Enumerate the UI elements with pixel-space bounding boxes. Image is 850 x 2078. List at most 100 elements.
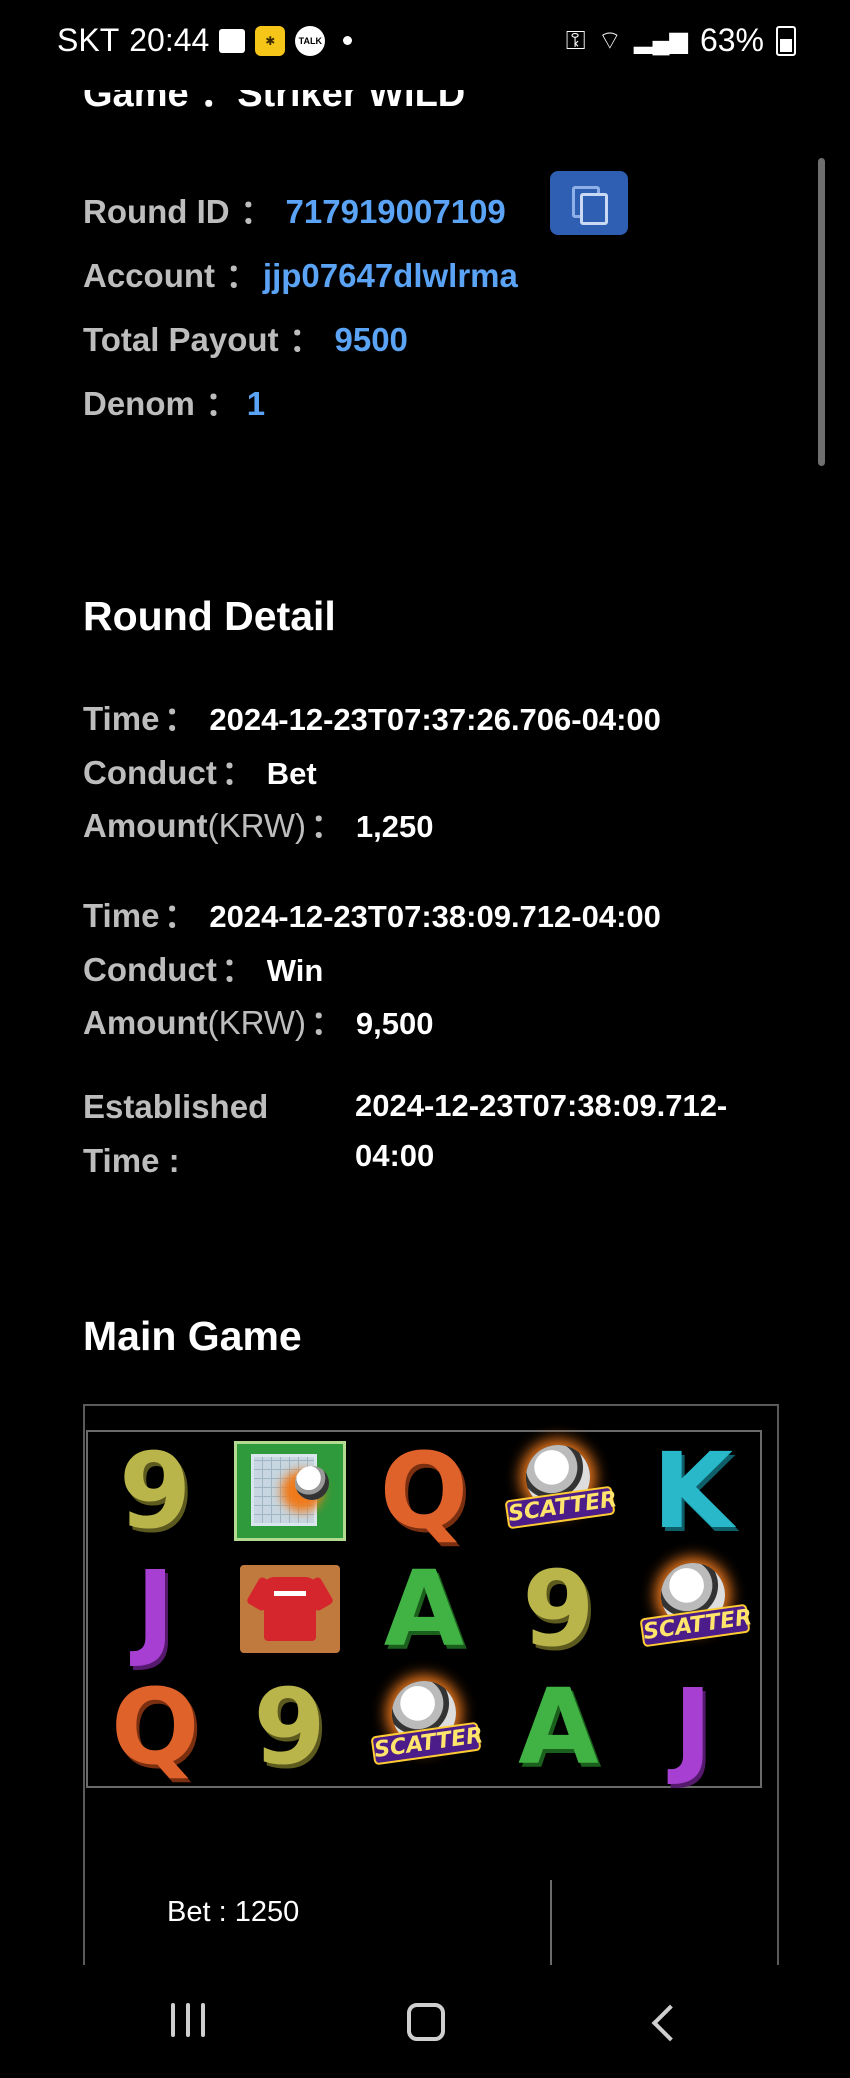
- symbol-a: A: [518, 1666, 599, 1788]
- main-game-title: Main Game: [83, 1313, 302, 1359]
- time-label: Time: [83, 700, 160, 737]
- symbol-a: A: [383, 1548, 465, 1670]
- entry-2-conduct-row: Conduct ： Win: [83, 943, 323, 991]
- established-label-2: Time :: [83, 1142, 180, 1179]
- bet-label: Bet : 1250: [167, 1896, 300, 1928]
- time-colon: ：: [163, 897, 197, 934]
- talk-icon: TALK: [295, 25, 326, 56]
- time-colon: ：: [163, 700, 197, 737]
- reel-cell: J: [626, 1668, 760, 1786]
- established-label-1: Established: [83, 1088, 269, 1125]
- reel-cell: J: [88, 1550, 222, 1668]
- symbol-q: Q: [110, 1666, 200, 1788]
- clock: 20:44: [129, 22, 210, 58]
- total-payout-value: 9500: [334, 321, 408, 358]
- amount-colon: ：: [310, 1004, 344, 1041]
- entry-1-time-row: Time ： 2024-12-23T07:37:26.706-04:00: [83, 692, 661, 740]
- account-row: Account ： jjp07647dlwlrma: [83, 249, 518, 297]
- page-content: Game ：Striker WILD Round ID ： 7179190071…: [0, 0, 850, 1965]
- status-bar: SKT 20:44 ✱ TALK ⚿ ⌔ ▂▄▆ 63%: [0, 0, 850, 90]
- symbol-9: 9: [253, 1666, 326, 1788]
- denom-value: 1: [246, 385, 266, 422]
- time-label: Time: [83, 897, 160, 934]
- reel-cell: 9: [491, 1550, 625, 1668]
- scatter-symbol: SCATTER: [370, 1677, 485, 1777]
- account-colon: ：: [225, 257, 259, 294]
- amount-colon: ：: [310, 807, 344, 844]
- conduct-label: Conduct: [83, 951, 217, 988]
- symbol-q: Q: [379, 1430, 469, 1552]
- total-payout-row: Total Payout ： 9500: [83, 313, 408, 361]
- amount-unit: (KRW): [207, 807, 307, 844]
- scatter-symbol: SCATTER: [639, 1559, 753, 1659]
- reel-cell: 9: [88, 1432, 222, 1550]
- goal-symbol: [233, 1441, 346, 1541]
- round-detail-title: Round Detail: [83, 593, 336, 639]
- reel-cell: A: [357, 1550, 491, 1668]
- entry-1-conduct-row: Conduct ： Bet: [83, 746, 317, 794]
- entry-1-amount: 1,250: [355, 809, 434, 844]
- back-icon[interactable]: [612, 1965, 722, 2078]
- total-payout-colon: ：: [289, 321, 323, 358]
- total-payout-label: Total Payout: [83, 321, 279, 358]
- conduct-colon: ：: [221, 951, 255, 988]
- copy-button[interactable]: [550, 171, 628, 235]
- symbol-j: J: [135, 1548, 175, 1670]
- reel-grid: 9 Q SCATTER K J A 9 SCATTER Q 9 SCATTER A J: [86, 1430, 762, 1788]
- reel-cell: 9: [222, 1668, 356, 1786]
- symbol-9: 9: [119, 1430, 192, 1552]
- account-label: Account: [83, 257, 215, 294]
- denom-label: Denom: [83, 385, 195, 422]
- amount-label: Amount: [83, 1004, 208, 1041]
- symbol-9: 9: [522, 1548, 595, 1670]
- symbol-k: K: [652, 1430, 734, 1552]
- reel-cell: [222, 1550, 356, 1668]
- denom-row: Denom ： 1: [83, 377, 265, 425]
- entry-1-amount-row: Amount(KRW) ： 1,250: [83, 799, 434, 847]
- entry-2-conduct: Win: [266, 953, 324, 988]
- vpn-key-icon: ⚿: [565, 24, 586, 55]
- reel-cell: Q: [88, 1668, 222, 1786]
- recent-apps-icon[interactable]: [133, 1965, 243, 2078]
- entry-2-amount-row: Amount(KRW) ： 9,500: [83, 996, 434, 1044]
- reel-cell: SCATTER: [357, 1668, 491, 1786]
- home-icon[interactable]: [370, 1965, 480, 2078]
- reel-cell: Q: [357, 1432, 491, 1550]
- reel-cell: SCATTER: [626, 1550, 760, 1668]
- wifi-icon: ⌔: [597, 25, 623, 55]
- entry-1-time: 2024-12-23T07:37:26.706-04:00: [209, 702, 661, 737]
- denom-colon: ：: [205, 385, 239, 422]
- amount-label: Amount: [83, 807, 208, 844]
- conduct-label: Conduct: [83, 754, 217, 791]
- entry-2-amount: 9,500: [355, 1006, 434, 1041]
- panel-divider: [550, 1880, 552, 1965]
- established-value-1: 2024-12-23T07:38:09.712-: [355, 1088, 728, 1123]
- gallery-icon: [219, 28, 246, 53]
- battery-percent: 63%: [699, 22, 764, 58]
- entry-2-time-row: Time ： 2024-12-23T07:38:09.712-04:00: [83, 889, 661, 937]
- reel-cell: [222, 1432, 356, 1550]
- scrollbar[interactable]: [818, 158, 825, 466]
- carrier-label: SKT: [57, 22, 120, 58]
- round-id-label: Round ID: [83, 193, 230, 230]
- amount-unit: (KRW): [207, 1004, 307, 1041]
- scatter-symbol: SCATTER: [504, 1441, 619, 1541]
- conduct-colon: ：: [221, 754, 255, 791]
- signal-icon: ▂▄▆: [634, 27, 688, 54]
- reel-cell: A: [491, 1668, 625, 1786]
- jersey-symbol: [239, 1565, 340, 1653]
- entry-1-conduct: Bet: [266, 756, 317, 791]
- navigation-bar: [0, 1965, 850, 2078]
- notification-dot: [343, 36, 353, 45]
- account-value: jjp07647dlwlrma: [262, 257, 518, 294]
- kakao-icon: ✱: [255, 25, 286, 56]
- round-id-row: Round ID ： 717919007109: [83, 185, 506, 233]
- reel-cell: SCATTER: [491, 1432, 625, 1550]
- reel-cell: K: [626, 1432, 760, 1550]
- entry-2-time: 2024-12-23T07:38:09.712-04:00: [209, 899, 661, 934]
- established-value-2: 04:00: [355, 1138, 435, 1173]
- round-id-colon: ：: [240, 193, 274, 230]
- symbol-j: J: [673, 1666, 713, 1788]
- round-id-value: 717919007109: [285, 193, 506, 230]
- battery-icon: [776, 25, 796, 56]
